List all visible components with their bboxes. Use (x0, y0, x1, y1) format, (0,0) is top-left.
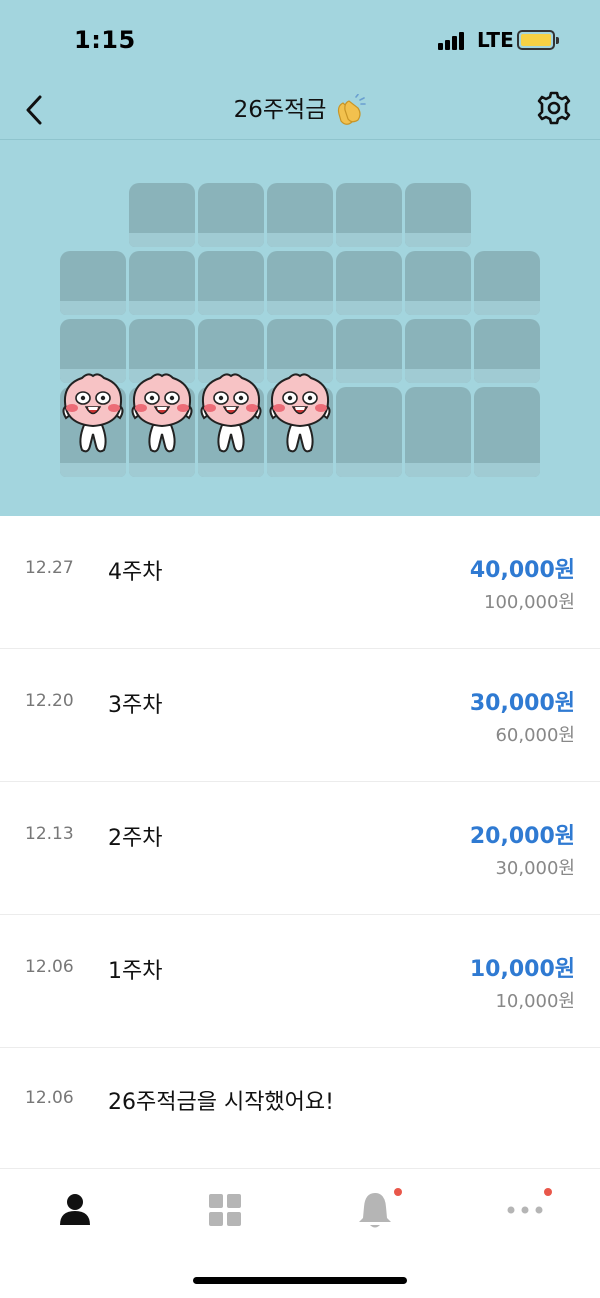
list-item[interactable]: 12.20 3주차 30,000원 60,000원 (0, 649, 600, 782)
list-item-label: 4주차 (108, 560, 163, 585)
gear-icon (537, 91, 571, 125)
week-slot (198, 251, 264, 315)
tab-profile[interactable] (50, 1185, 100, 1235)
list-item-amount: 30,000원 (469, 691, 575, 716)
savings-history-list: 12.27 4주차 40,000원 100,000원 12.20 3주차 30,… (0, 516, 600, 1168)
apeach-sticker (62, 373, 124, 453)
start-event-date: 12.06 (25, 1088, 74, 1108)
clapping-hands-icon (338, 93, 367, 125)
week-slot (267, 183, 333, 247)
list-item-label: 3주차 (108, 693, 163, 718)
week-slot (129, 251, 195, 315)
week-slot (336, 319, 402, 383)
person-icon (60, 1194, 90, 1225)
week-slot (405, 251, 471, 315)
list-item-date: 12.27 (25, 558, 74, 578)
list-item-amount: 40,000원 (469, 558, 575, 583)
week-slot (474, 319, 540, 383)
home-indicator (193, 1277, 407, 1284)
status-bar: 1:15 LTE (0, 0, 600, 80)
week-slot (267, 251, 333, 315)
apeach-sticker (269, 373, 331, 453)
page-title: 26주적금 (0, 90, 600, 128)
settings-button[interactable] (534, 88, 574, 128)
more-icon (507, 1206, 543, 1214)
week-slot (405, 183, 471, 247)
grid-icon (209, 1194, 241, 1226)
list-item-date: 12.06 (25, 957, 74, 977)
bell-icon (359, 1193, 391, 1228)
tab-notifications[interactable] (350, 1185, 402, 1235)
signal-icon (438, 30, 470, 50)
start-event-label: 26주적금을 시작했어요! (108, 1090, 334, 1115)
bottom-tab-bar (0, 1168, 600, 1248)
sticker-board (0, 140, 600, 516)
week-slot (405, 387, 471, 477)
list-item[interactable]: 12.13 2주차 20,000원 30,000원 (0, 782, 600, 915)
week-slot (336, 251, 402, 315)
more-badge (544, 1188, 552, 1196)
list-item-total: 100,000원 (484, 592, 575, 613)
list-item-total: 10,000원 (495, 991, 575, 1012)
apeach-sticker (200, 373, 262, 453)
savings-header-area: 1:15 LTE 26주적금 (0, 0, 600, 516)
list-item-total: 30,000원 (495, 858, 575, 879)
page-title-text: 26주적금 (233, 97, 327, 123)
tab-grid[interactable] (200, 1185, 250, 1235)
list-item-label: 1주차 (108, 959, 163, 984)
list-item[interactable]: 12.06 1주차 10,000원 10,000원 (0, 915, 600, 1048)
week-slot (336, 387, 402, 477)
list-item-amount: 10,000원 (469, 957, 575, 982)
start-event-item: 12.06 26주적금을 시작했어요! (0, 1048, 600, 1168)
network-label: LTE (477, 28, 514, 52)
week-slot (198, 183, 264, 247)
list-item-label: 2주차 (108, 826, 163, 851)
week-slot (474, 387, 540, 477)
week-slot (405, 319, 471, 383)
apeach-sticker (131, 373, 193, 453)
notification-badge (394, 1188, 402, 1196)
list-item-total: 60,000원 (495, 725, 575, 746)
nav-bar: 26주적금 (0, 80, 600, 140)
list-item[interactable]: 12.27 4주차 40,000원 100,000원 (0, 516, 600, 649)
status-time: 1:15 (74, 26, 136, 54)
week-slot (129, 183, 195, 247)
week-slot (60, 251, 126, 315)
list-item-date: 12.20 (25, 691, 74, 711)
week-slot (474, 251, 540, 315)
tab-more[interactable] (500, 1185, 552, 1235)
list-item-amount: 20,000원 (469, 824, 575, 849)
week-slot (336, 183, 402, 247)
battery-icon (517, 30, 559, 50)
list-item-date: 12.13 (25, 824, 74, 844)
